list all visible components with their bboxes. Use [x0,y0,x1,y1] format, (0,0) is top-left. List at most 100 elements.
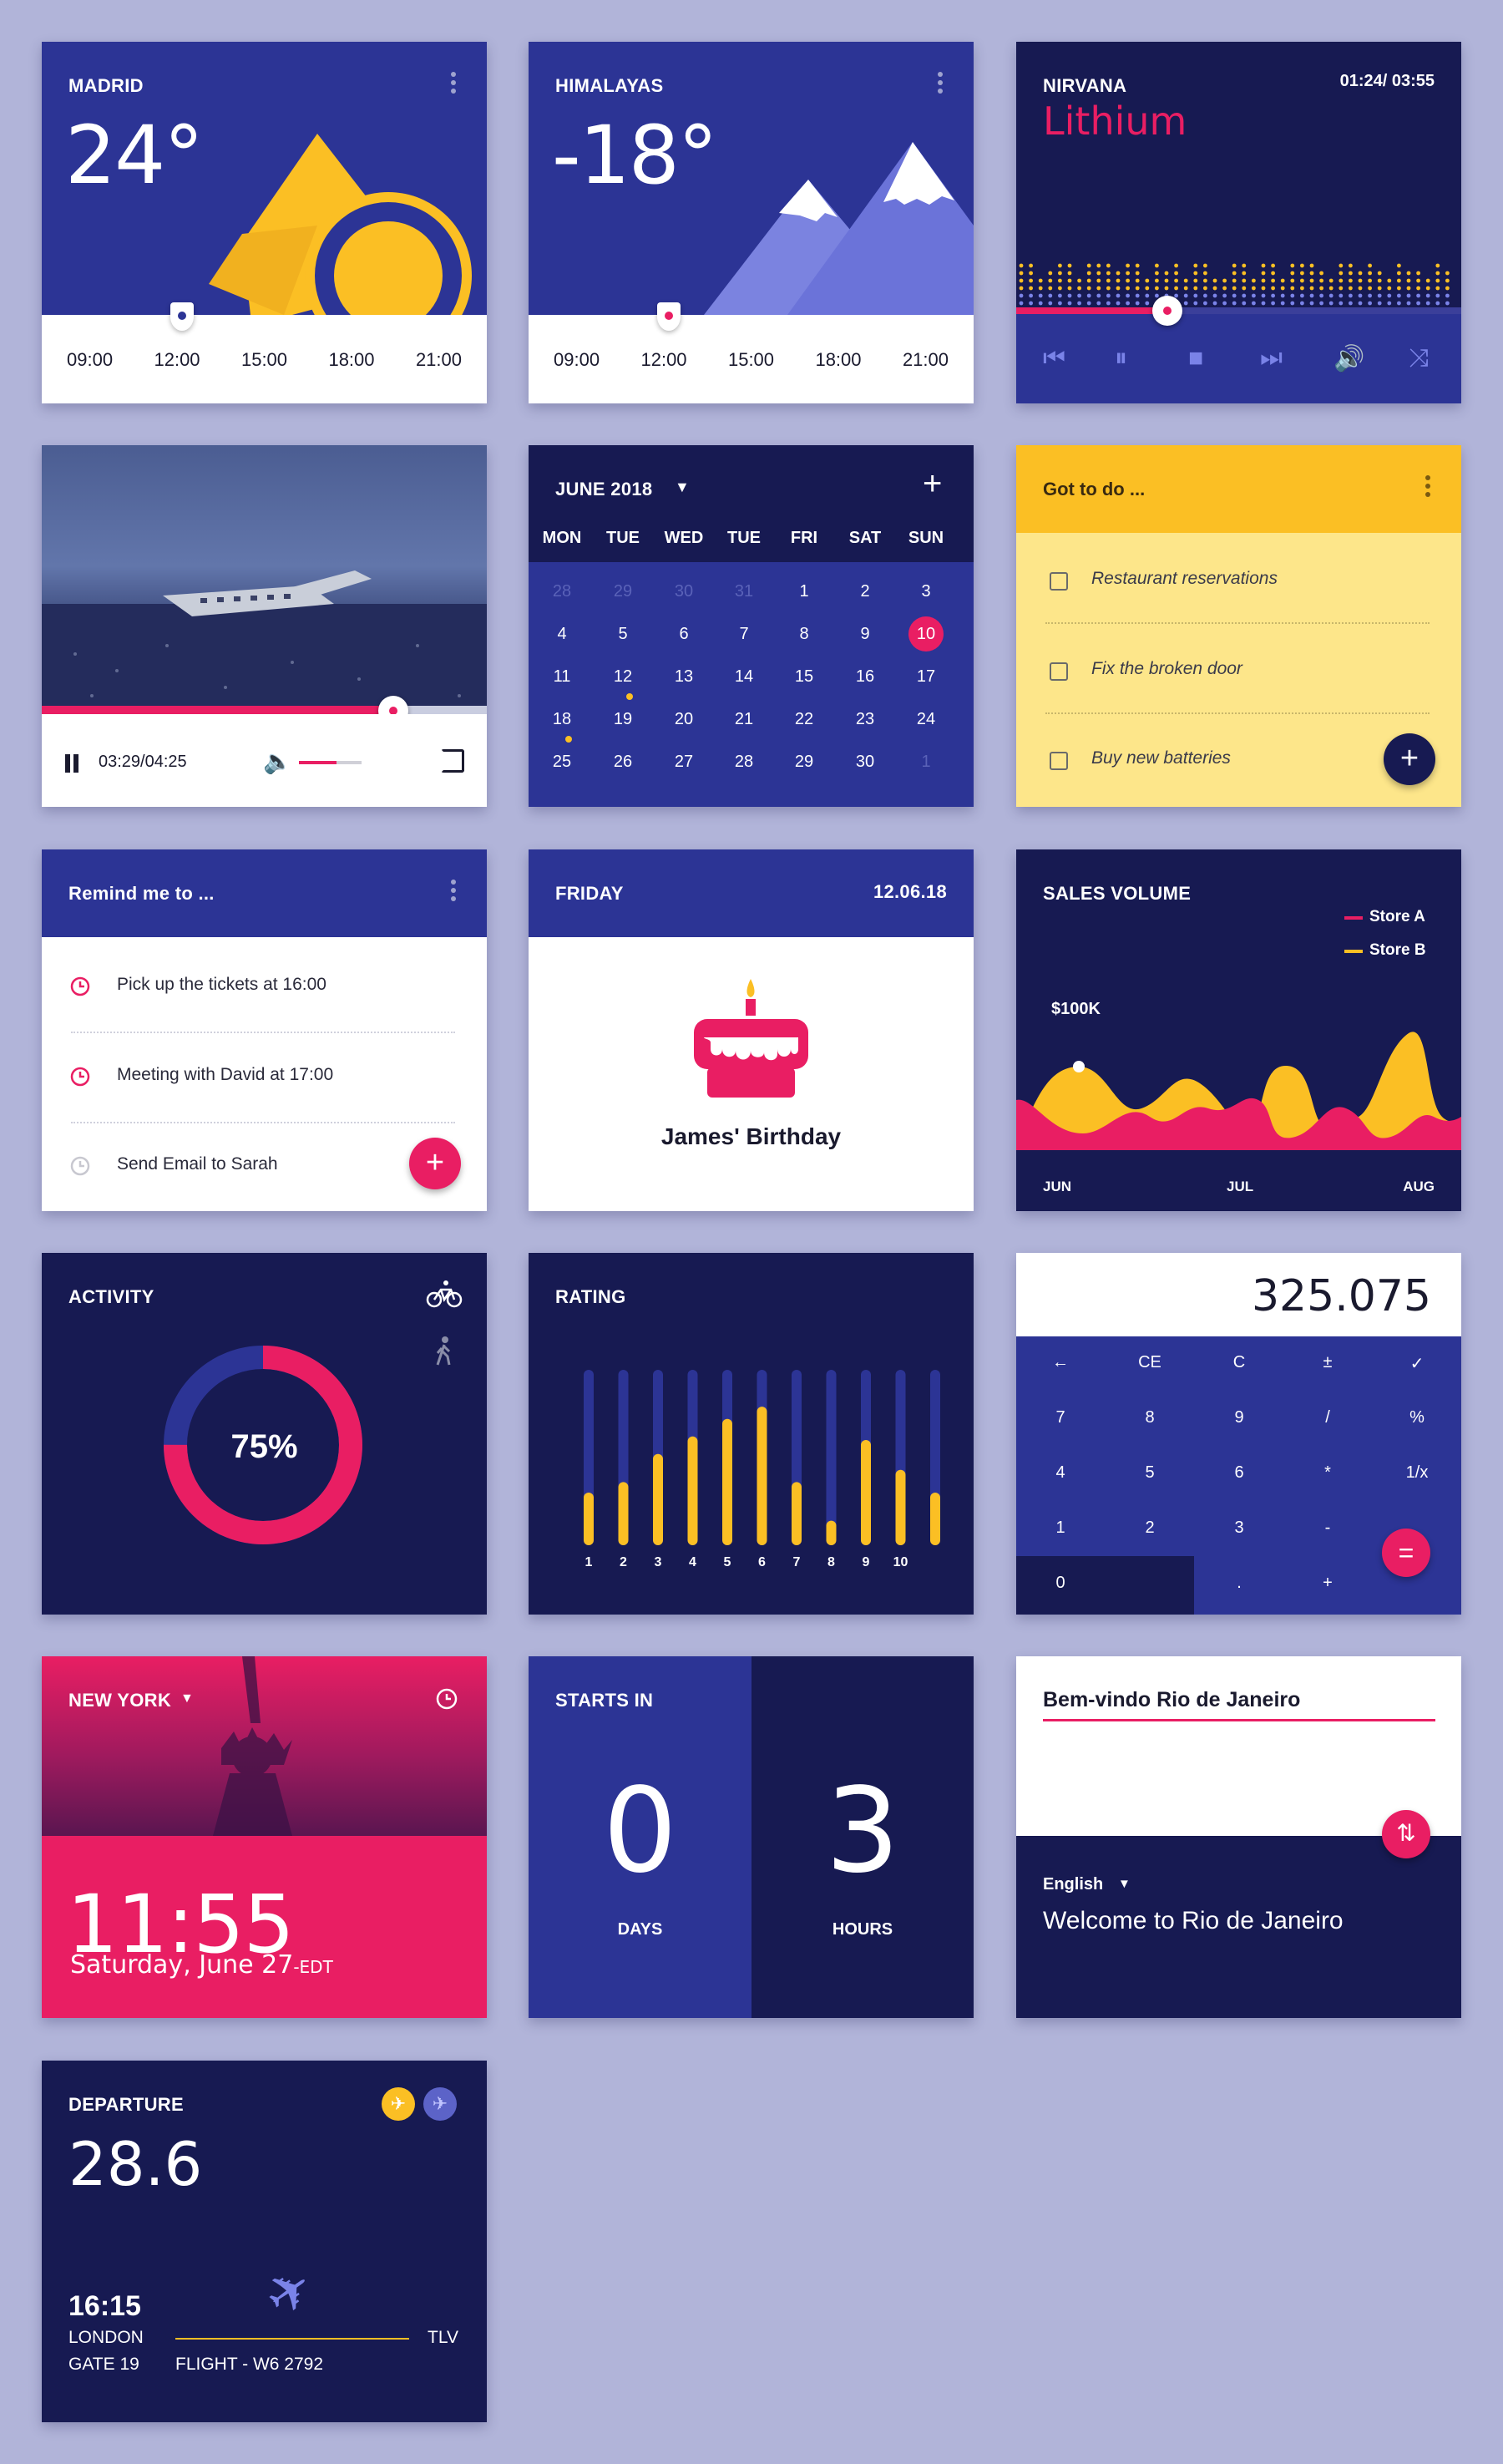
calendar-day[interactable]: 28 [715,753,773,772]
shuffle-icon[interactable]: ⤨ [1409,344,1429,373]
time-item[interactable]: 09:00 [554,349,600,371]
dropdown-icon[interactable]: ▼ [1118,1877,1131,1891]
calculator-key[interactable]: 0 [1019,1574,1102,1593]
calculator-key[interactable]: 8 [1108,1408,1192,1427]
calculator-key[interactable]: 7 [1019,1408,1102,1427]
more-icon[interactable] [938,72,943,97]
calendar-day[interactable]: 22 [775,710,833,729]
time-slider-handle[interactable] [657,302,681,331]
calendar-day[interactable]: 1 [897,753,955,772]
stop-icon[interactable]: ■ [1188,344,1203,373]
calendar-day[interactable]: 11 [533,667,591,687]
calculator-key[interactable]: CE [1108,1353,1192,1372]
calendar-day[interactable]: 6 [655,625,713,644]
exit-fullscreen-icon[interactable] [441,749,464,773]
time-slider-handle[interactable] [170,302,194,331]
calendar-day[interactable]: 27 [655,753,713,772]
next-icon[interactable]: ⏭ [1260,344,1283,373]
language-selector[interactable]: English [1043,1875,1103,1894]
calculator-key[interactable]: C [1197,1353,1281,1372]
time-item[interactable]: 12:00 [640,349,686,371]
equals-button[interactable]: = [1382,1529,1430,1577]
calendar-day[interactable]: 8 [775,625,833,644]
volume-icon[interactable]: 🔈 [263,748,292,775]
calculator-key[interactable]: * [1286,1463,1369,1483]
calendar-day[interactable]: 30 [655,582,713,601]
dropdown-icon[interactable]: ▼ [180,1691,194,1706]
calculator-key[interactable]: . [1197,1574,1281,1593]
source-text-input[interactable]: Bem-vindo Rio de Janeiro [1043,1688,1300,1712]
calendar-day[interactable]: 1 [775,582,833,601]
month-label[interactable]: JUNE 2018 [555,479,652,500]
calendar-day[interactable]: 2 [836,582,894,601]
previous-icon[interactable]: ⏮ [1043,344,1065,373]
calendar-day[interactable]: 12 [594,667,652,687]
more-icon[interactable] [451,880,456,905]
time-item[interactable]: 21:00 [416,349,462,371]
calculator-key[interactable]: ± [1286,1353,1369,1372]
calculator-key[interactable]: - [1286,1518,1369,1538]
volume-slider[interactable] [299,761,362,764]
calendar-day[interactable]: 9 [836,625,894,644]
progress-track[interactable] [1016,307,1461,314]
calendar-day[interactable]: 28 [533,582,591,601]
calculator-key[interactable]: 1/x [1375,1463,1459,1483]
calendar-day[interactable]: 17 [897,667,955,687]
calendar-day[interactable]: 23 [836,710,894,729]
calendar-day[interactable]: 10 [897,625,955,644]
calendar-day[interactable]: 3 [897,582,955,601]
walk-icon[interactable] [434,1336,454,1368]
calendar-day[interactable]: 20 [655,710,713,729]
calendar-day[interactable]: 7 [715,625,773,644]
calendar-day[interactable]: 18 [533,710,591,729]
calendar-day[interactable]: 5 [594,625,652,644]
add-reminder-button[interactable]: + [409,1138,461,1189]
video-thumbnail[interactable] [42,445,487,714]
calculator-key[interactable]: 4 [1019,1463,1102,1483]
checkbox[interactable] [1050,572,1068,591]
clock-icon[interactable] [434,1686,459,1711]
progress-handle[interactable] [1152,296,1183,326]
calculator-key[interactable]: 3 [1197,1518,1281,1538]
calendar-day[interactable]: 21 [715,710,773,729]
dropdown-icon[interactable]: ▼ [675,479,690,496]
more-icon[interactable] [1425,475,1430,500]
add-event-icon[interactable]: + [923,467,942,500]
calculator-key[interactable]: ← [1019,1353,1102,1372]
calendar-day[interactable]: 31 [715,582,773,601]
pause-icon[interactable]: ⏸ [1115,344,1127,373]
calculator-key[interactable]: 1 [1019,1518,1102,1538]
calculator-key[interactable]: + [1286,1574,1369,1593]
calculator-key[interactable]: / [1286,1408,1369,1427]
time-item[interactable]: 21:00 [903,349,949,371]
bike-icon[interactable] [426,1280,463,1310]
time-item[interactable]: 15:00 [241,349,287,371]
arrival-plane-icon[interactable]: ✈ [423,2087,457,2121]
calendar-day[interactable]: 13 [655,667,713,687]
city-selector[interactable]: NEW YORK [68,1690,171,1711]
time-item[interactable]: 18:00 [815,349,861,371]
calculator-key[interactable]: 9 [1197,1408,1281,1427]
calendar-day[interactable]: 19 [594,710,652,729]
calendar-day[interactable]: 24 [897,710,955,729]
calculator-key[interactable]: % [1375,1408,1459,1427]
swap-languages-button[interactable]: ⇅ [1382,1810,1430,1858]
volume-icon[interactable]: 🔊 [1333,344,1364,373]
calendar-day[interactable]: 15 [775,667,833,687]
more-icon[interactable] [451,72,456,97]
departure-plane-icon[interactable]: ✈ [382,2087,415,2121]
calculator-key[interactable]: ✓ [1375,1353,1459,1374]
video-progress-track[interactable] [42,706,487,714]
calendar-day[interactable]: 16 [836,667,894,687]
calendar-day[interactable]: 30 [836,753,894,772]
calendar-day[interactable]: 29 [775,753,833,772]
calendar-day[interactable]: 14 [715,667,773,687]
time-item[interactable]: 09:00 [67,349,113,371]
calculator-key[interactable]: 2 [1108,1518,1192,1538]
calendar-day[interactable]: 4 [533,625,591,644]
pause-icon[interactable] [65,754,70,773]
calendar-day[interactable]: 29 [594,582,652,601]
checkbox[interactable] [1050,752,1068,770]
add-todo-button[interactable]: + [1384,733,1435,785]
calendar-day[interactable]: 26 [594,753,652,772]
